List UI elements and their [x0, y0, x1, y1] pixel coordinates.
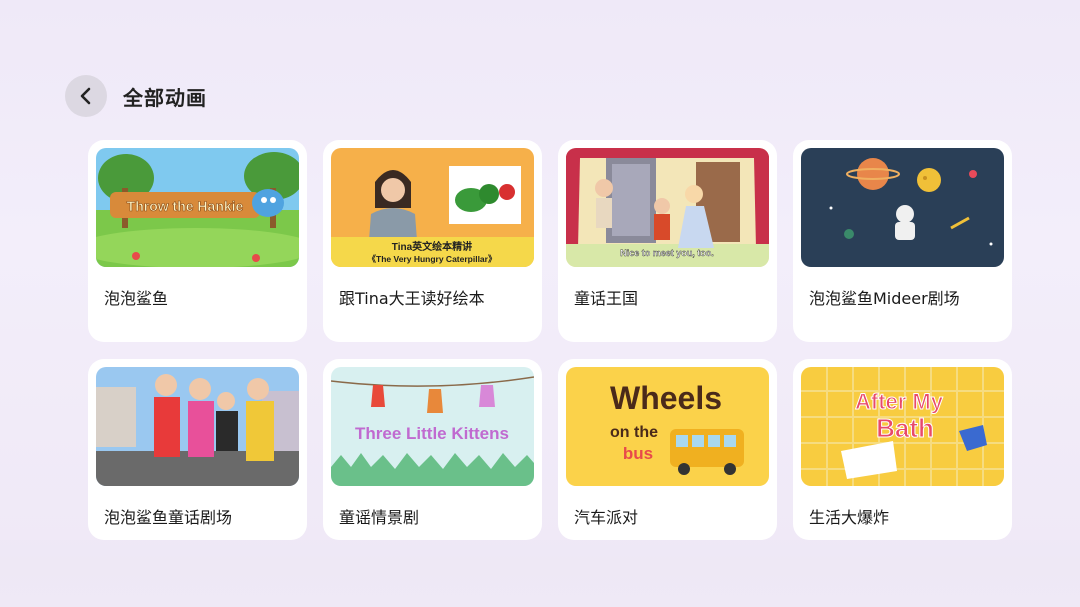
- video-card[interactable]: Tina英文绘本精讲 《The Very Hungry Caterpillar》…: [323, 140, 542, 342]
- thumb-caption: Nice to meet you, too.: [620, 248, 714, 258]
- video-card[interactable]: Wheels on the bus 汽车派对: [558, 359, 777, 540]
- card-label: 泡泡鲨鱼童话剧场: [104, 508, 233, 527]
- back-button[interactable]: [65, 75, 107, 117]
- video-card[interactable]: Nice to meet you, too. 童话王国: [558, 140, 777, 342]
- video-card[interactable]: Throw the Hankie 泡泡鲨鱼: [88, 140, 307, 342]
- page-title: 全部动画: [123, 85, 207, 110]
- card-label: 生活大爆炸: [809, 508, 890, 527]
- thumb-title: Wheels: [610, 380, 722, 416]
- video-card[interactable]: After My Bath 生活大爆炸: [793, 359, 1012, 540]
- card-label: 泡泡鲨鱼Mideer剧场: [809, 289, 960, 308]
- video-thumbnail: Tina英文绘本精讲 《The Very Hungry Caterpillar》: [331, 148, 534, 267]
- video-thumbnail: Wheels on the bus: [566, 367, 769, 486]
- video-thumbnail: Three Little Kittens: [331, 367, 534, 486]
- video-thumbnail: After My Bath: [801, 367, 1004, 486]
- thumb-title-2: on the: [610, 424, 658, 441]
- thumb-title-2: Bath: [876, 413, 934, 443]
- video-thumbnail: [801, 148, 1004, 267]
- thumb-subtitle: 《The Very Hungry Caterpillar》: [368, 254, 497, 264]
- thumb-title-3: bus: [623, 444, 653, 463]
- thumb-title: After My: [855, 389, 944, 414]
- header: 全部动画: [65, 75, 207, 117]
- card-label: 跟Tina大王读好绘本: [339, 289, 485, 308]
- video-thumbnail: Throw the Hankie: [96, 148, 299, 267]
- chevron-left-icon: [80, 87, 91, 105]
- thumb-title: Three Little Kittens: [355, 424, 509, 443]
- thumb-title: Tina英文绘本精讲: [392, 240, 472, 253]
- video-card[interactable]: 泡泡鲨鱼童话剧场: [88, 359, 307, 540]
- video-thumbnail: Nice to meet you, too.: [566, 148, 769, 267]
- card-label: 汽车派对: [574, 508, 639, 527]
- video-card[interactable]: Three Little Kittens 童谣情景剧: [323, 359, 542, 540]
- bottom-fade-overlay: [0, 540, 1080, 607]
- thumb-title: Throw the Hankie: [127, 198, 244, 214]
- card-label: 童谣情景剧: [339, 508, 420, 527]
- video-thumbnail: [96, 367, 299, 486]
- card-label: 童话王国: [574, 289, 639, 308]
- video-card[interactable]: 泡泡鲨鱼Mideer剧场: [793, 140, 1012, 342]
- card-label: 泡泡鲨鱼: [104, 289, 169, 308]
